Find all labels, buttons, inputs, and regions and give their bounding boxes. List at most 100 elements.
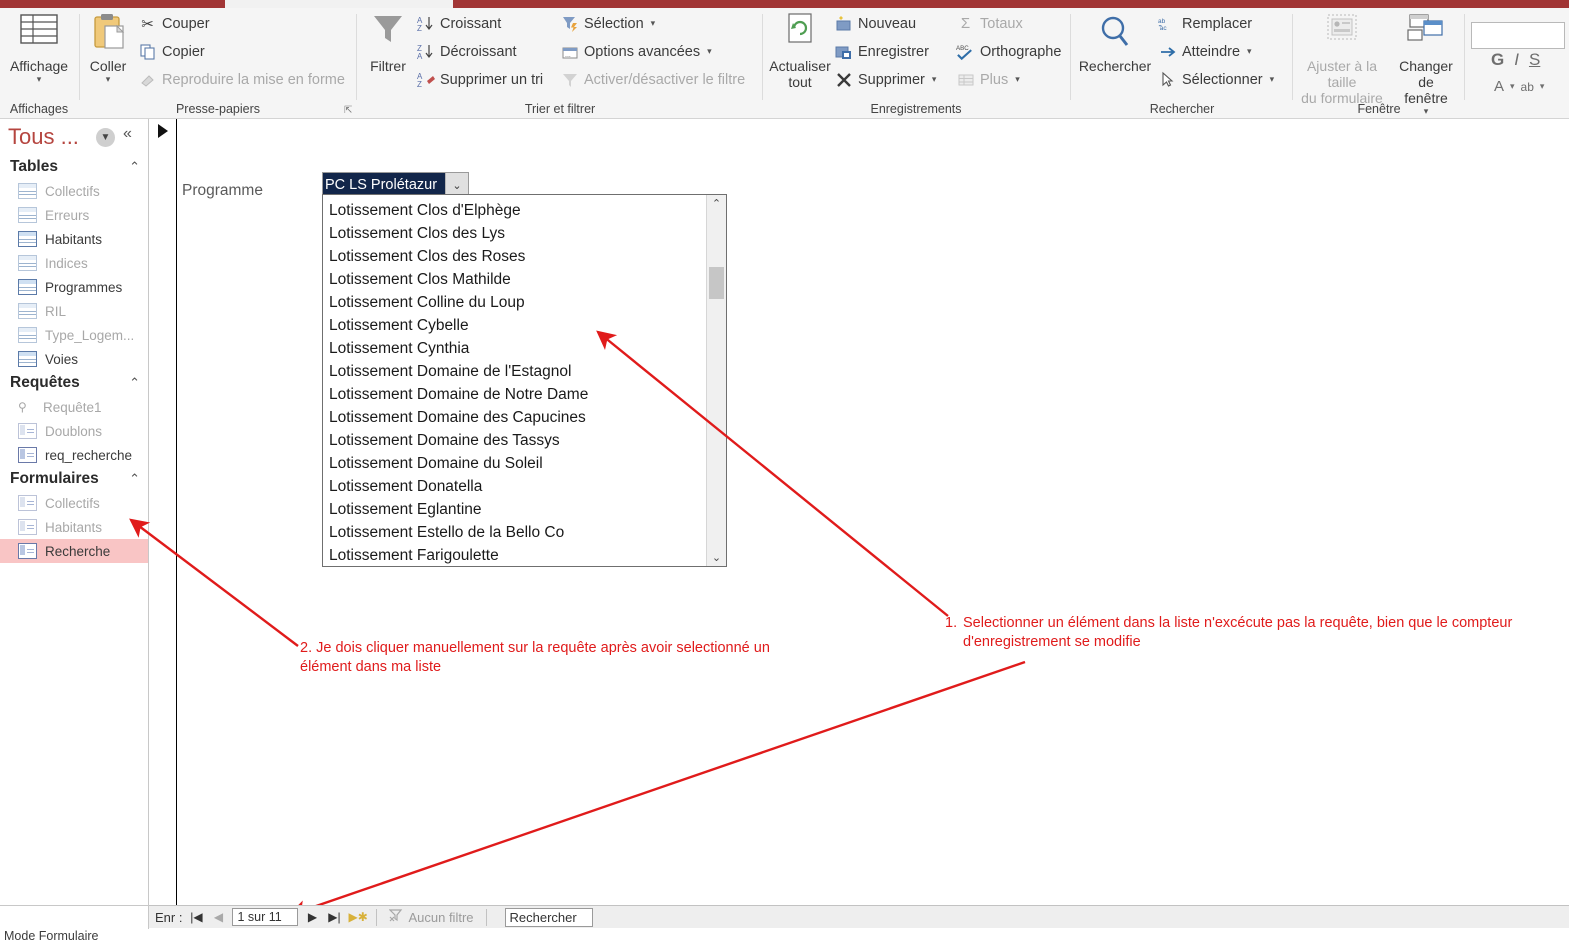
go-last-icon[interactable]: ▶| [326,910,342,924]
dropdown-option[interactable]: Lotissement Clos d'Elphège [327,199,706,222]
dropdown-option[interactable]: Lotissement Colline du Loup [327,291,706,314]
chevron-down-icon[interactable]: ▾ [1270,74,1275,85]
chevron-down-icon[interactable]: ▾ [82,74,134,85]
chevron-down-icon[interactable]: ▾ [1247,46,1252,57]
nav-item-requete1[interactable]: ⚲ Requête1 [0,395,148,419]
new-record-button[interactable]: Nouveau [834,14,916,33]
chevron-down-icon[interactable]: ▾ [1540,81,1545,92]
dropdown-option[interactable]: Lotissement Domaine de l'Estagnol [327,360,706,383]
chevron-up-icon[interactable]: ⌃ [707,195,726,212]
group-separator [79,14,80,100]
cut-button[interactable]: ✂ Couper [138,14,209,33]
nav-item-habitants-table[interactable]: Habitants [0,227,148,251]
nav-group-formulaires[interactable]: Formulaires ⌃ [0,467,148,491]
spelling-button[interactable]: ABC Orthographe [956,42,1061,61]
table-icon [18,279,37,295]
sort-descending-icon: Z A [416,42,435,61]
select-button[interactable]: Sélectionner ▾ [1158,70,1274,89]
dropdown-option[interactable]: Lotissement Estello de la Bello Co [327,521,706,544]
nav-item-label: Voies [45,351,79,367]
save-record-button[interactable]: Enregistrer [834,42,929,61]
sort-descending-button[interactable]: Z A Décroissant [416,42,517,61]
replace-button[interactable]: ab ac Remplacer [1158,14,1252,33]
go-first-icon[interactable]: |◀ [188,910,204,924]
chevron-down-icon[interactable]: ▾ [707,46,712,57]
form-icon [18,519,37,535]
chevron-up-icon[interactable]: ⌃ [129,375,140,391]
find-button[interactable]: Rechercher [1074,12,1156,74]
table-icon [18,303,37,319]
dropdown-option[interactable]: Lotissement Clos des Roses [327,245,706,268]
selection-filter-button[interactable]: Sélection ▾ [560,14,655,33]
copy-button[interactable]: Copier [138,42,205,61]
ribbon-active-tab[interactable] [225,0,453,8]
chevron-up-icon[interactable]: ⌃ [129,471,140,487]
dropdown-option[interactable]: Lotissement Domaine du Soleil [327,452,706,475]
programme-dropdown-list[interactable]: Lotissement Clos d'Elphège Lotissement C… [322,194,727,567]
dropdown-option[interactable]: Lotissement Cynthia [327,337,706,360]
chevron-down-icon[interactable]: ▾ [0,74,78,85]
go-next-icon[interactable]: ▶ [304,910,320,924]
collapse-left-icon[interactable]: « [123,125,132,143]
chevron-down-icon[interactable]: ▾ [1510,81,1515,92]
view-button[interactable]: Affichage ▾ [0,12,78,85]
nav-item-erreurs-table[interactable]: Erreurs [0,203,148,227]
nav-item-collectifs-table[interactable]: Collectifs [0,179,148,203]
chevron-down-icon[interactable]: ▾ [932,74,937,85]
nav-item-ril-table[interactable]: RIL [0,299,148,323]
dropdown-option[interactable]: Lotissement Domaine des Capucines [327,406,706,429]
bold-button[interactable]: G [1491,50,1504,70]
delete-record-button[interactable]: Supprimer ▾ [834,70,936,89]
dropdown-option[interactable]: Lotissement Domaine de Notre Dame [327,383,706,406]
nav-item-collectifs-form[interactable]: Collectifs [0,491,148,515]
refresh-all-button[interactable]: Actualiser tout [766,12,834,90]
paste-button[interactable]: Coller ▾ [82,12,134,85]
goto-button[interactable]: Atteindre ▾ [1158,42,1252,61]
nav-item-type-logement-table[interactable]: Type_Logem... [0,323,148,347]
dropdown-option[interactable]: Lotissement Cybelle [327,314,706,337]
font-color-button[interactable]: A [1494,78,1504,95]
record-selector-bar[interactable] [149,119,177,905]
advanced-filter-button[interactable]: ... Options avancées ▾ [560,42,712,61]
record-position-input[interactable]: 1 sur 11 [232,908,299,926]
table-icon [18,183,37,199]
filter-button[interactable]: Filtrer [360,12,416,74]
nav-item-doublons[interactable]: Doublons [0,419,148,443]
sort-ascending-button[interactable]: A Z Croissant [416,14,502,33]
chevron-up-icon[interactable]: ⌃ [129,159,140,175]
ribbon-tab-strip[interactable] [0,0,1569,8]
dropdown-option[interactable]: Lotissement Clos des Lys [327,222,706,245]
dropdown-option[interactable]: Lotissement Eglantine [327,498,706,521]
clear-sort-button[interactable]: A Z Supprimer un tri [416,70,544,89]
dropdown-option[interactable]: Lotissement Donatella [327,475,706,498]
dropdown-option[interactable]: Lotissement Clos Mathilde [327,268,706,291]
dropdown-option[interactable]: Lotissement Domaine des Tassys [327,429,706,452]
nav-item-habitants-form[interactable]: Habitants [0,515,148,539]
ribbon-group-enregistrements: Actualiser tout Nouveau Enregistrer Supp… [766,8,1066,118]
totals-label: Totaux [980,15,1023,32]
nav-item-programmes-table[interactable]: Programmes [0,275,148,299]
filter-dropdown-icon[interactable]: ▼ [96,128,115,147]
record-search-input[interactable]: Rechercher [504,907,593,927]
highlight-button[interactable]: ab [1521,80,1534,94]
filter-status[interactable]: Aucun filtre [389,909,474,925]
dropdown-option[interactable]: Lotissement Farigoulette [327,544,706,566]
nav-group-requetes[interactable]: Requêtes ⌃ [0,371,148,395]
new-record-icon[interactable]: ▶✱ [348,910,367,924]
nav-item-voies-table[interactable]: Voies [0,347,148,371]
scrollbar-thumb[interactable] [709,267,724,299]
nav-group-tables[interactable]: Tables ⌃ [0,155,148,179]
dropdown-scrollbar[interactable]: ⌃ ⌄ [706,195,726,566]
nav-item-req-recherche[interactable]: req_recherche [0,443,148,467]
go-previous-icon[interactable]: ◀ [210,910,226,924]
status-bar: Mode Formulaire [0,929,1569,944]
font-name-input[interactable] [1471,22,1565,49]
chevron-down-icon[interactable]: ⌄ [707,549,726,566]
nav-item-recherche-form[interactable]: Recherche [0,539,148,563]
scissors-icon: ✂ [141,15,154,33]
underline-button[interactable]: S [1529,50,1540,70]
nav-item-indices-table[interactable]: Indices [0,251,148,275]
chevron-down-icon[interactable]: ▾ [651,18,656,29]
nav-item-label: Programmes [45,279,123,295]
italic-button[interactable]: I [1514,50,1519,70]
